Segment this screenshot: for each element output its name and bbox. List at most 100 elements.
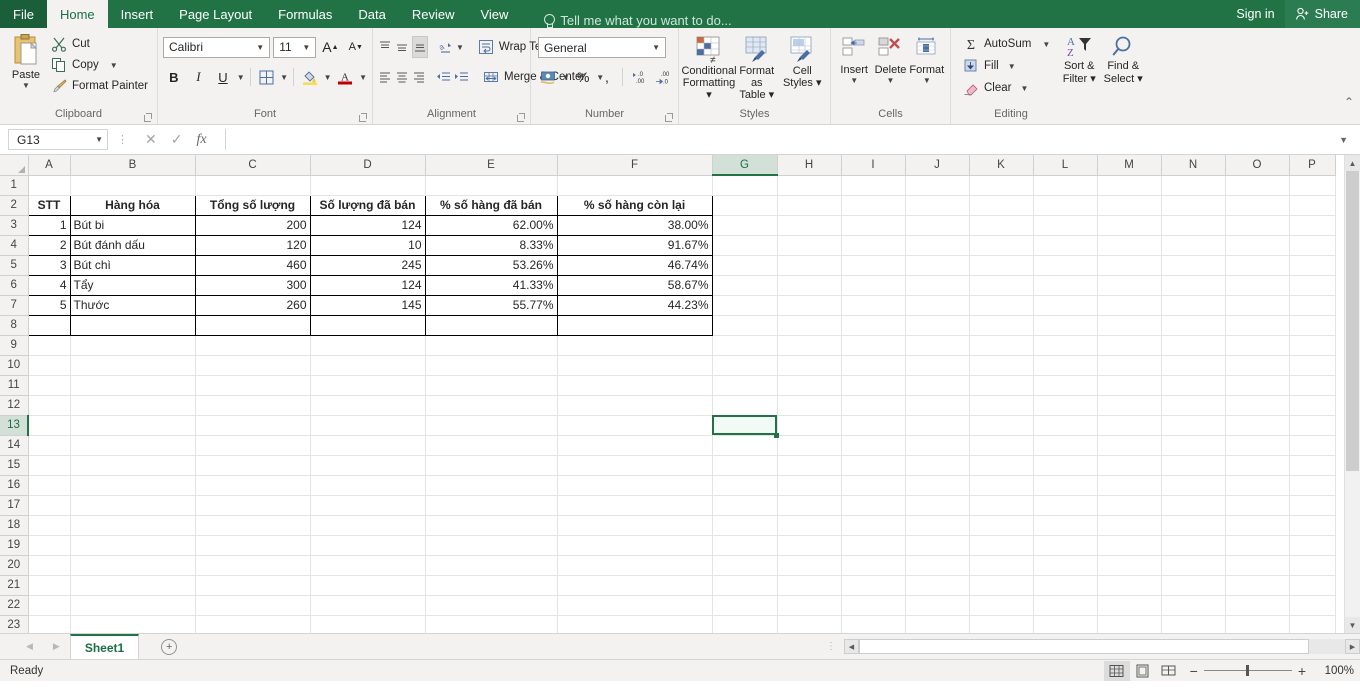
- cell-E2[interactable]: % số hàng đã bán: [425, 195, 557, 215]
- page-break-view-button[interactable]: [1156, 661, 1182, 681]
- cell-C23[interactable]: [195, 615, 310, 633]
- row-header-14[interactable]: 14: [0, 435, 28, 455]
- cell-C14[interactable]: [195, 435, 310, 455]
- cell-C20[interactable]: [195, 555, 310, 575]
- cell-F18[interactable]: [557, 515, 712, 535]
- cell-K15[interactable]: [969, 455, 1033, 475]
- cell-F6[interactable]: 58.67%: [557, 275, 712, 295]
- column-header-g[interactable]: G: [712, 155, 777, 175]
- cell-B4[interactable]: Bút đánh dấu: [70, 235, 195, 255]
- accounting-format-button[interactable]: [538, 66, 559, 88]
- cell-A4[interactable]: 2: [28, 235, 70, 255]
- cell-J9[interactable]: [905, 335, 969, 355]
- sign-in-button[interactable]: Sign in: [1226, 7, 1284, 21]
- cell-H7[interactable]: [777, 295, 841, 315]
- cell-J18[interactable]: [905, 515, 969, 535]
- row-header-17[interactable]: 17: [0, 495, 28, 515]
- autosum-button[interactable]: Σ AutoSum ▼: [959, 34, 1054, 53]
- cell-E1[interactable]: [425, 175, 557, 195]
- cell-N20[interactable]: [1161, 555, 1225, 575]
- zoom-slider-thumb[interactable]: [1246, 665, 1249, 676]
- cell-N15[interactable]: [1161, 455, 1225, 475]
- cell-H18[interactable]: [777, 515, 841, 535]
- cell-B20[interactable]: [70, 555, 195, 575]
- cell-P8[interactable]: [1289, 315, 1335, 335]
- cell-D15[interactable]: [310, 455, 425, 475]
- cell-N8[interactable]: [1161, 315, 1225, 335]
- clipboard-dialog-launcher[interactable]: [144, 113, 153, 122]
- cell-G11[interactable]: [712, 375, 777, 395]
- cell-L4[interactable]: [1033, 235, 1097, 255]
- cell-D11[interactable]: [310, 375, 425, 395]
- row-header-8[interactable]: 8: [0, 315, 28, 335]
- column-header-c[interactable]: C: [195, 155, 310, 175]
- page-layout-view-button[interactable]: [1130, 661, 1156, 681]
- cell-K4[interactable]: [969, 235, 1033, 255]
- cell-L6[interactable]: [1033, 275, 1097, 295]
- cell-C3[interactable]: 200: [195, 215, 310, 235]
- cell-H4[interactable]: [777, 235, 841, 255]
- cell-N4[interactable]: [1161, 235, 1225, 255]
- cell-E4[interactable]: 8.33%: [425, 235, 557, 255]
- cell-A19[interactable]: [28, 535, 70, 555]
- cell-K13[interactable]: [969, 415, 1033, 435]
- cell-B17[interactable]: [70, 495, 195, 515]
- cell-H13[interactable]: [777, 415, 841, 435]
- cell-L20[interactable]: [1033, 555, 1097, 575]
- cell-A10[interactable]: [28, 355, 70, 375]
- cell-K12[interactable]: [969, 395, 1033, 415]
- row-header-7[interactable]: 7: [0, 295, 28, 315]
- cell-N14[interactable]: [1161, 435, 1225, 455]
- cell-M15[interactable]: [1097, 455, 1161, 475]
- cell-M23[interactable]: [1097, 615, 1161, 633]
- cell-A8[interactable]: [28, 315, 70, 335]
- cell-C15[interactable]: [195, 455, 310, 475]
- tell-me-search[interactable]: Tell me what you want to do...: [521, 13, 731, 28]
- font-name-caret[interactable]: ▼: [253, 43, 267, 52]
- cell-K19[interactable]: [969, 535, 1033, 555]
- cell-P14[interactable]: [1289, 435, 1335, 455]
- alignment-dialog-launcher[interactable]: [517, 113, 526, 122]
- cell-N7[interactable]: [1161, 295, 1225, 315]
- bold-button[interactable]: B: [163, 66, 185, 88]
- cell-O13[interactable]: [1225, 415, 1289, 435]
- cell-A13[interactable]: [28, 415, 70, 435]
- cell-J12[interactable]: [905, 395, 969, 415]
- cell-C13[interactable]: [195, 415, 310, 435]
- cell-I18[interactable]: [841, 515, 905, 535]
- column-header-h[interactable]: H: [777, 155, 841, 175]
- delete-cells-button[interactable]: Delete ▼: [872, 33, 908, 107]
- cell-A23[interactable]: [28, 615, 70, 633]
- cell-I16[interactable]: [841, 475, 905, 495]
- cell-G16[interactable]: [712, 475, 777, 495]
- cell-N2[interactable]: [1161, 195, 1225, 215]
- cell-O2[interactable]: [1225, 195, 1289, 215]
- cell-O6[interactable]: [1225, 275, 1289, 295]
- cell-B23[interactable]: [70, 615, 195, 633]
- column-header-p[interactable]: P: [1289, 155, 1335, 175]
- cell-C19[interactable]: [195, 535, 310, 555]
- cell-M5[interactable]: [1097, 255, 1161, 275]
- cell-I14[interactable]: [841, 435, 905, 455]
- decrease-decimal-button[interactable]: .00 .0: [652, 66, 673, 88]
- cell-L13[interactable]: [1033, 415, 1097, 435]
- cell-G17[interactable]: [712, 495, 777, 515]
- cell-K22[interactable]: [969, 595, 1033, 615]
- cell-O8[interactable]: [1225, 315, 1289, 335]
- row-header-10[interactable]: 10: [0, 355, 28, 375]
- cell-G19[interactable]: [712, 535, 777, 555]
- cell-P2[interactable]: [1289, 195, 1335, 215]
- cell-I17[interactable]: [841, 495, 905, 515]
- cell-P5[interactable]: [1289, 255, 1335, 275]
- font-size-caret[interactable]: ▼: [299, 43, 313, 52]
- sheet-tab-sheet1[interactable]: Sheet1: [70, 634, 139, 659]
- cell-H22[interactable]: [777, 595, 841, 615]
- cell-P6[interactable]: [1289, 275, 1335, 295]
- cell-O10[interactable]: [1225, 355, 1289, 375]
- cell-H21[interactable]: [777, 575, 841, 595]
- cell-I11[interactable]: [841, 375, 905, 395]
- cell-I23[interactable]: [841, 615, 905, 633]
- cell-F10[interactable]: [557, 355, 712, 375]
- cell-A12[interactable]: [28, 395, 70, 415]
- vertical-scroll-thumb[interactable]: [1346, 171, 1359, 471]
